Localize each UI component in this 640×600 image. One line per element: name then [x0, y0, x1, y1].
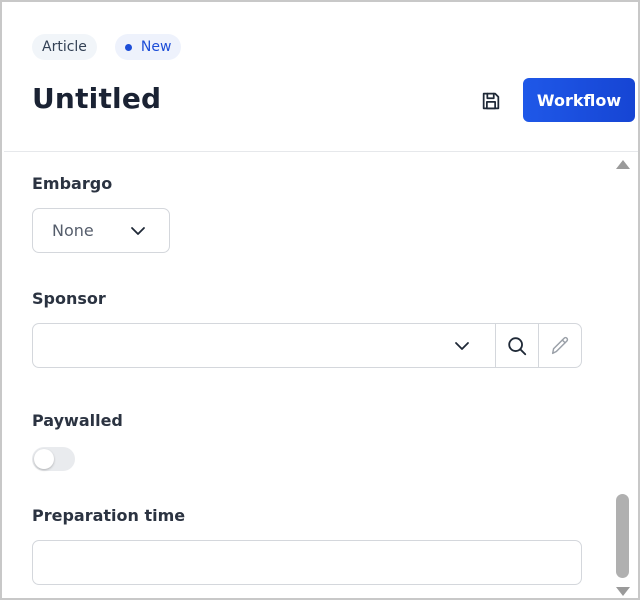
status-label: New [140, 39, 172, 55]
chevron-down-icon [455, 342, 469, 350]
paywalled-label: Paywalled [32, 411, 123, 430]
sponsor-label: Sponsor [32, 289, 106, 308]
chevron-down-icon [131, 227, 145, 235]
editor-panel: Article New Untitled Workflow Embargo No… [0, 0, 640, 600]
preparation-time-label: Preparation time [32, 506, 186, 525]
embargo-select[interactable]: None [32, 208, 170, 253]
page-title: Untitled [32, 82, 162, 115]
scroll-thumb[interactable] [616, 494, 629, 578]
sponsor-field [32, 323, 582, 368]
preparation-time-input[interactable] [32, 540, 582, 585]
save-button[interactable] [476, 86, 506, 116]
workflow-button-label: Workflow [536, 90, 622, 110]
sponsor-edit-button[interactable] [538, 324, 581, 367]
status-badge: New [114, 34, 182, 60]
embargo-label: Embargo [32, 174, 113, 193]
badge-row: Article New [32, 34, 182, 60]
floppy-disk-icon [482, 92, 500, 110]
paywalled-toggle[interactable] [32, 447, 75, 471]
form-content: Embargo None Sponsor Paywalled Preparati… [2, 152, 608, 598]
scroll-down-arrow-icon[interactable] [615, 586, 631, 598]
toggle-knob [34, 449, 54, 469]
sponsor-search-button[interactable] [495, 324, 538, 367]
pencil-icon [551, 336, 569, 354]
content-type-badge: Article [32, 34, 97, 60]
sponsor-input[interactable] [33, 324, 495, 367]
scrollbar[interactable] [612, 152, 634, 598]
embargo-value: None [52, 221, 94, 240]
scroll-up-arrow-icon[interactable] [615, 158, 631, 170]
search-icon [508, 336, 527, 355]
document-header: Article New Untitled Workflow [2, 2, 638, 152]
workflow-button[interactable]: Workflow [523, 78, 635, 122]
content-type-label: Article [42, 39, 87, 55]
status-dot-icon [124, 43, 132, 51]
